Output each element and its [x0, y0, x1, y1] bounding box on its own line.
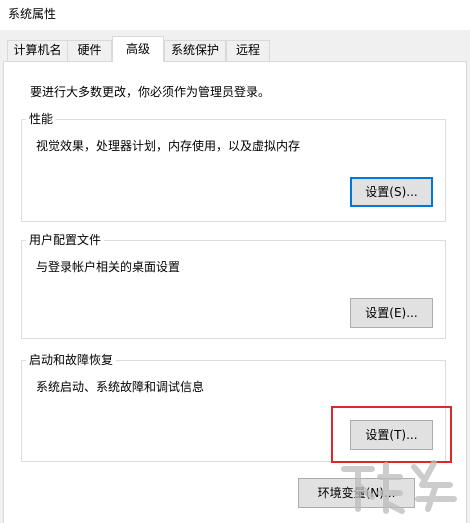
startup-recovery-description: 系统启动、系统故障和调试信息: [36, 380, 205, 394]
user-profiles-settings-button[interactable]: 设置(E)...: [350, 298, 433, 328]
tab-computer-name[interactable]: 计算机名: [7, 40, 68, 61]
watermark-logo: [341, 460, 457, 514]
tab-remote[interactable]: 远程: [226, 40, 270, 61]
startup-recovery-group-title: 启动和故障恢复: [26, 352, 117, 368]
tab-hardware[interactable]: 硬件: [67, 40, 112, 61]
user-profiles-description: 与登录帐户相关的桌面设置: [36, 260, 181, 274]
performance-group-title: 性能: [26, 111, 57, 127]
tab-strip: 计算机名 硬件 高级 系统保护 远程: [0, 30, 470, 62]
title-bar: 系统属性: [0, 0, 470, 30]
tab-advanced[interactable]: 高级: [112, 36, 164, 62]
tab-system-protection[interactable]: 系统保护: [164, 40, 226, 61]
user-profiles-group-title: 用户配置文件: [26, 232, 105, 248]
performance-settings-button[interactable]: 设置(S)...: [350, 177, 433, 207]
window-title: 系统属性: [8, 7, 57, 21]
admin-note: 要进行大多数更改，你必须作为管理员登录。: [30, 85, 271, 99]
performance-description: 视觉效果，处理器计划，内存使用，以及虚拟内存: [36, 139, 301, 153]
